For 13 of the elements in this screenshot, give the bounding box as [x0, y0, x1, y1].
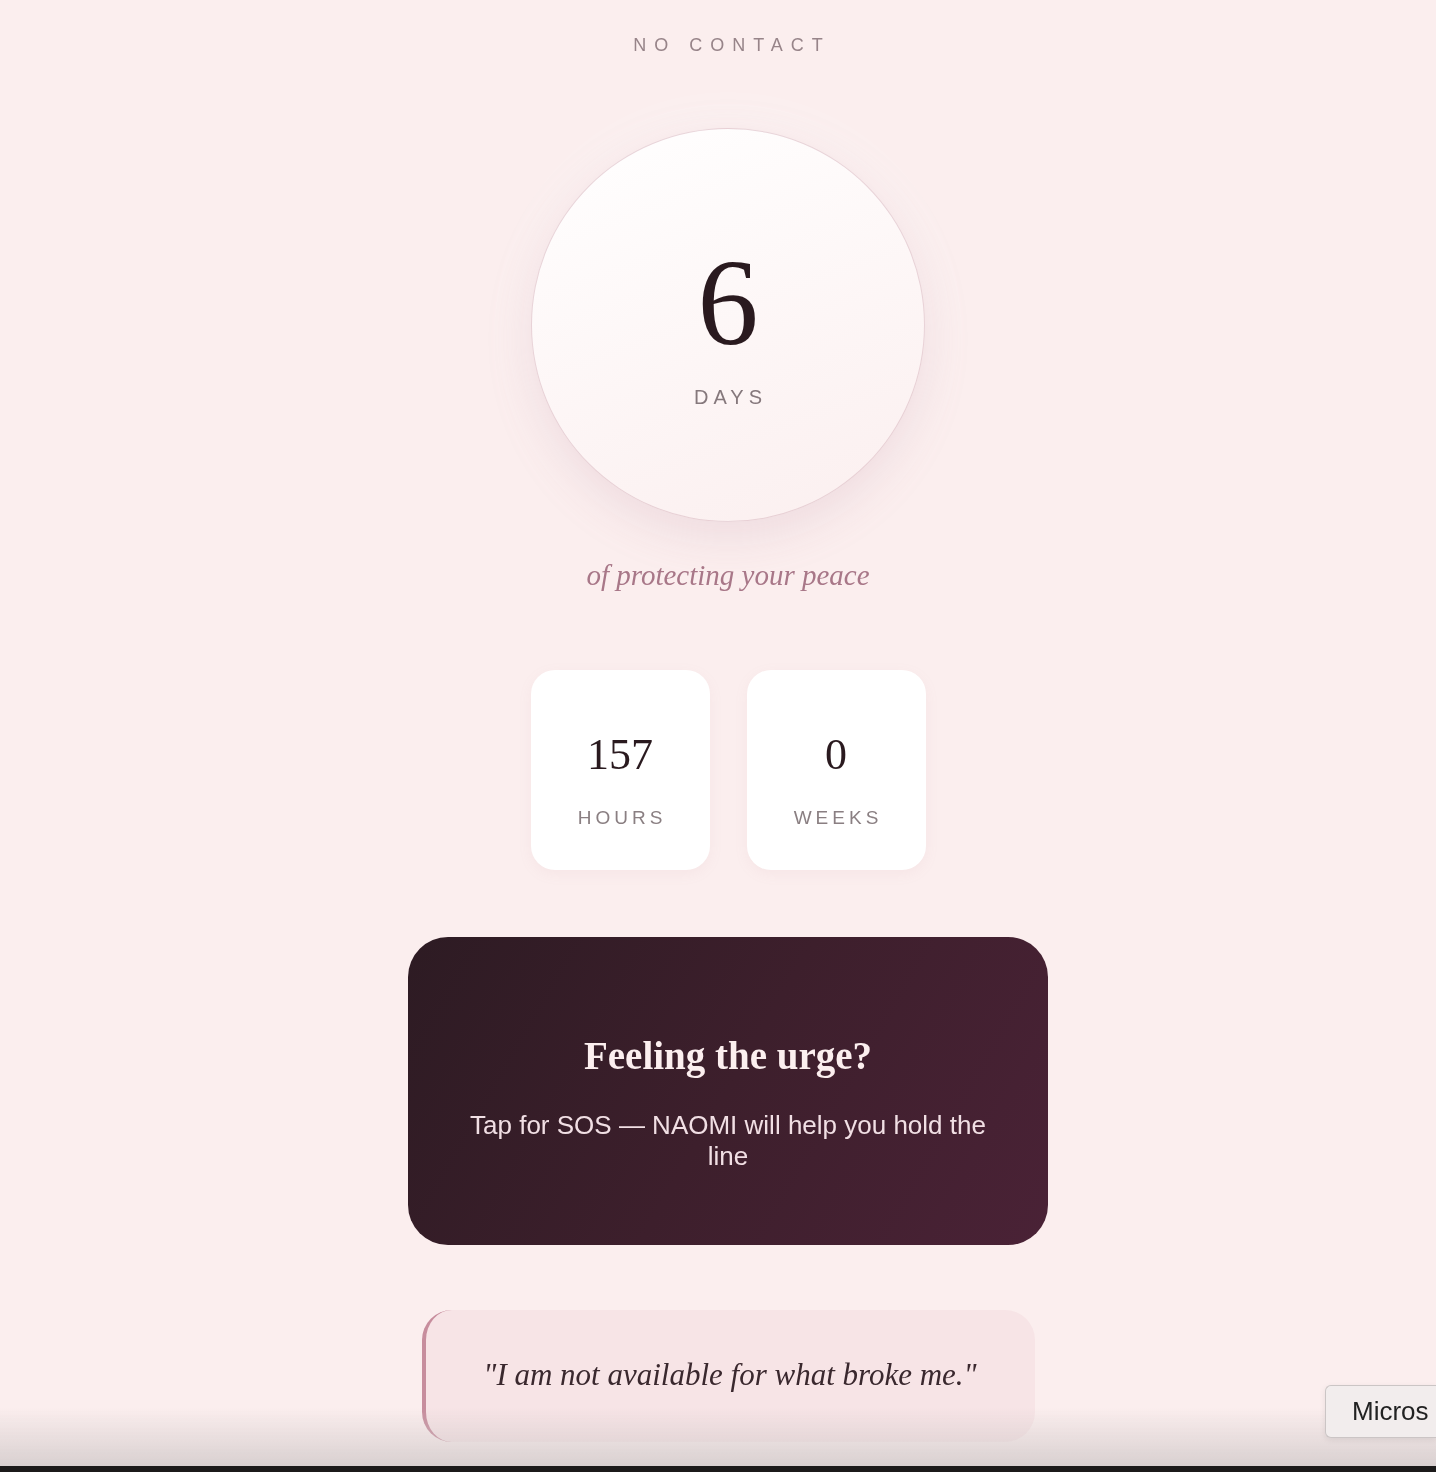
days-label: DAYS: [693, 384, 767, 409]
stat-label: HOURS: [576, 806, 667, 830]
page-title: NO CONTACT: [632, 34, 831, 57]
popup-button[interactable]: Micros: [1325, 1385, 1436, 1438]
tagline-text: of protecting your peace: [586, 558, 870, 593]
sos-card[interactable]: Feeling the urge? Tap for SOS — NAOMI will help you hold the line: [408, 937, 1048, 1245]
sos-subtitle: Tap for SOS — NAOMI will help you hold the line: [469, 1110, 987, 1172]
stat-value: 157: [587, 732, 653, 778]
stat-value: 0: [825, 732, 847, 778]
quote-text: "I am not available for what broke me.": [483, 1356, 977, 1394]
days-count: 6: [697, 241, 759, 364]
stat-label: WEEKS: [792, 806, 883, 830]
sos-title: Feeling the urge?: [583, 1034, 873, 1078]
